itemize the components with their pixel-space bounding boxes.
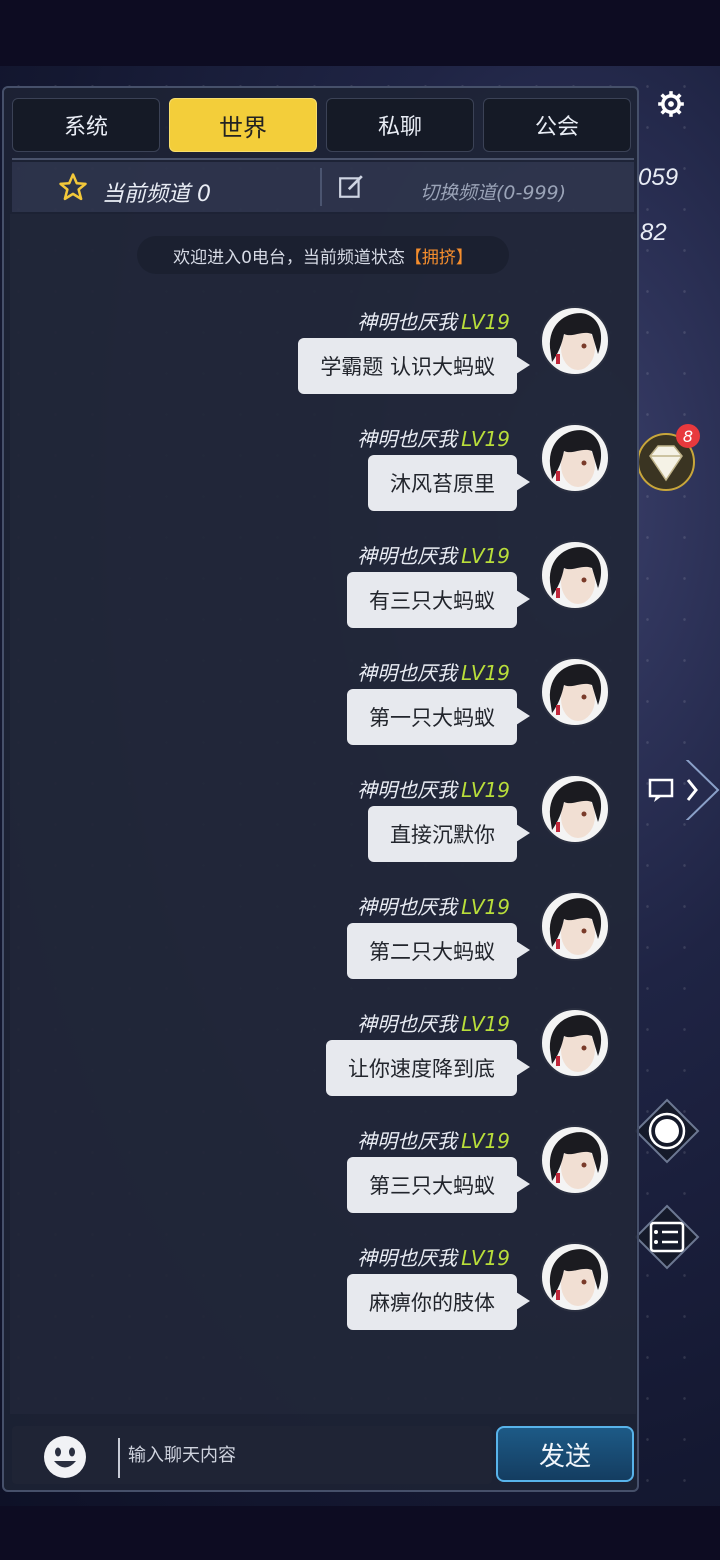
sender-name[interactable]: 神明也厌我 <box>357 310 457 334</box>
switch-channel-button[interactable]: 切换频道(0-999) <box>420 178 566 205</box>
sender-name[interactable]: 神明也厌我 <box>357 661 457 685</box>
gold-amount: 059 <box>638 164 679 191</box>
send-button[interactable]: 发送 <box>496 1426 634 1482</box>
notice-text: 欢迎进入0电台，当前频道状态 <box>173 247 405 268</box>
message-bubble: 沐风苔原里 <box>368 455 530 511</box>
chat-message: 神明也厌我 LV19 直接沉默你 <box>4 774 641 884</box>
message-bubble: 麻痹你的肢体 <box>347 1274 530 1330</box>
avatar[interactable] <box>540 423 610 493</box>
avatar[interactable] <box>540 1125 610 1195</box>
avatar[interactable] <box>540 306 610 376</box>
gem-amount: 82 <box>640 219 667 246</box>
message-bubble: 学霸题 认识大蚂蚁 <box>298 338 530 394</box>
sender-line: 神明也厌我 LV19 <box>357 540 510 569</box>
current-channel-label: 当前频道 0 <box>102 182 211 207</box>
avatar[interactable] <box>540 774 610 844</box>
sender-line: 神明也厌我 LV19 <box>357 657 510 686</box>
sender-level: LV19 <box>461 778 510 802</box>
avatar[interactable] <box>540 891 610 961</box>
sender-level: LV19 <box>461 1246 510 1270</box>
sender-level: LV19 <box>461 1012 510 1036</box>
sender-line: 神明也厌我 LV19 <box>357 891 510 920</box>
message-bubble: 让你速度降到底 <box>326 1040 530 1096</box>
gear-icon[interactable] <box>657 90 685 118</box>
chat-icon[interactable] <box>640 760 720 820</box>
message-bubble: 有三只大蚂蚁 <box>347 572 530 628</box>
message-bubble: 第一只大蚂蚁 <box>347 689 530 745</box>
sender-level: LV19 <box>461 895 510 919</box>
tabs-divider <box>12 158 634 160</box>
orbit-icon[interactable] <box>634 1098 700 1164</box>
sender-level: LV19 <box>461 310 510 334</box>
sender-line: 神明也厌我 LV19 <box>357 306 510 335</box>
chat-message: 神明也厌我 LV19 麻痹你的肢体 <box>4 1242 641 1352</box>
gift-badge: 8 <box>676 424 700 448</box>
avatar[interactable] <box>540 1242 610 1312</box>
sender-line: 神明也厌我 LV19 <box>357 1242 510 1271</box>
avatar[interactable] <box>540 657 610 727</box>
sender-name[interactable]: 神明也厌我 <box>357 427 457 451</box>
sender-name[interactable]: 神明也厌我 <box>357 1012 457 1036</box>
sender-name[interactable]: 神明也厌我 <box>357 544 457 568</box>
sender-name[interactable]: 神明也厌我 <box>357 778 457 802</box>
message-bubble: 直接沉默你 <box>368 806 530 862</box>
sender-name[interactable]: 神明也厌我 <box>357 1129 457 1153</box>
chat-message: 神明也厌我 LV19 第二只大蚂蚁 <box>4 891 641 1001</box>
sender-level: LV19 <box>461 427 510 451</box>
chat-message: 神明也厌我 LV19 有三只大蚂蚁 <box>4 540 641 650</box>
tab-guild[interactable]: 公会 <box>483 98 631 152</box>
channel-tabs: 系统 世界 私聊 公会 <box>12 98 632 154</box>
channel-status: 【拥挤】 <box>404 247 473 268</box>
star-icon[interactable] <box>58 172 88 202</box>
tab-world[interactable]: 世界 <box>169 98 317 152</box>
chat-message: 神明也厌我 LV19 第一只大蚂蚁 <box>4 657 641 767</box>
sender-level: LV19 <box>461 1129 510 1153</box>
chat-input[interactable] <box>126 1434 470 1476</box>
channel-notice: 欢迎进入0电台，当前频道状态 【拥挤】 <box>137 236 509 274</box>
emoji-icon[interactable] <box>42 1434 88 1480</box>
message-bubble: 第二只大蚂蚁 <box>347 923 530 979</box>
avatar[interactable] <box>540 1008 610 1078</box>
sender-level: LV19 <box>461 661 510 685</box>
tab-system[interactable]: 系统 <box>12 98 160 152</box>
sender-line: 神明也厌我 LV19 <box>357 1008 510 1037</box>
list-icon[interactable] <box>634 1204 700 1270</box>
edit-icon[interactable] <box>338 174 364 200</box>
sender-name[interactable]: 神明也厌我 <box>357 1246 457 1270</box>
tab-private[interactable]: 私聊 <box>326 98 474 152</box>
bottom-band <box>0 1506 720 1560</box>
chat-message: 神明也厌我 LV19 让你速度降到底 <box>4 1008 641 1118</box>
sender-line: 神明也厌我 LV19 <box>357 1125 510 1154</box>
chat-message: 神明也厌我 LV19 学霸题 认识大蚂蚁 <box>4 306 641 416</box>
chat-panel: 系统 世界 私聊 公会 当前频道 0 切换频道(0-999) 欢迎进入0电台，当… <box>2 86 639 1492</box>
avatar[interactable] <box>540 540 610 610</box>
sender-level: LV19 <box>461 544 510 568</box>
sender-line: 神明也厌我 LV19 <box>357 423 510 452</box>
sender-line: 神明也厌我 LV19 <box>357 774 510 803</box>
chat-message: 神明也厌我 LV19 沐风苔原里 <box>4 423 641 533</box>
sender-name[interactable]: 神明也厌我 <box>357 895 457 919</box>
message-bubble: 第三只大蚂蚁 <box>347 1157 530 1213</box>
channel-divider <box>320 168 322 206</box>
text-caret <box>118 1438 120 1478</box>
chat-message: 神明也厌我 LV19 第三只大蚂蚁 <box>4 1125 641 1235</box>
